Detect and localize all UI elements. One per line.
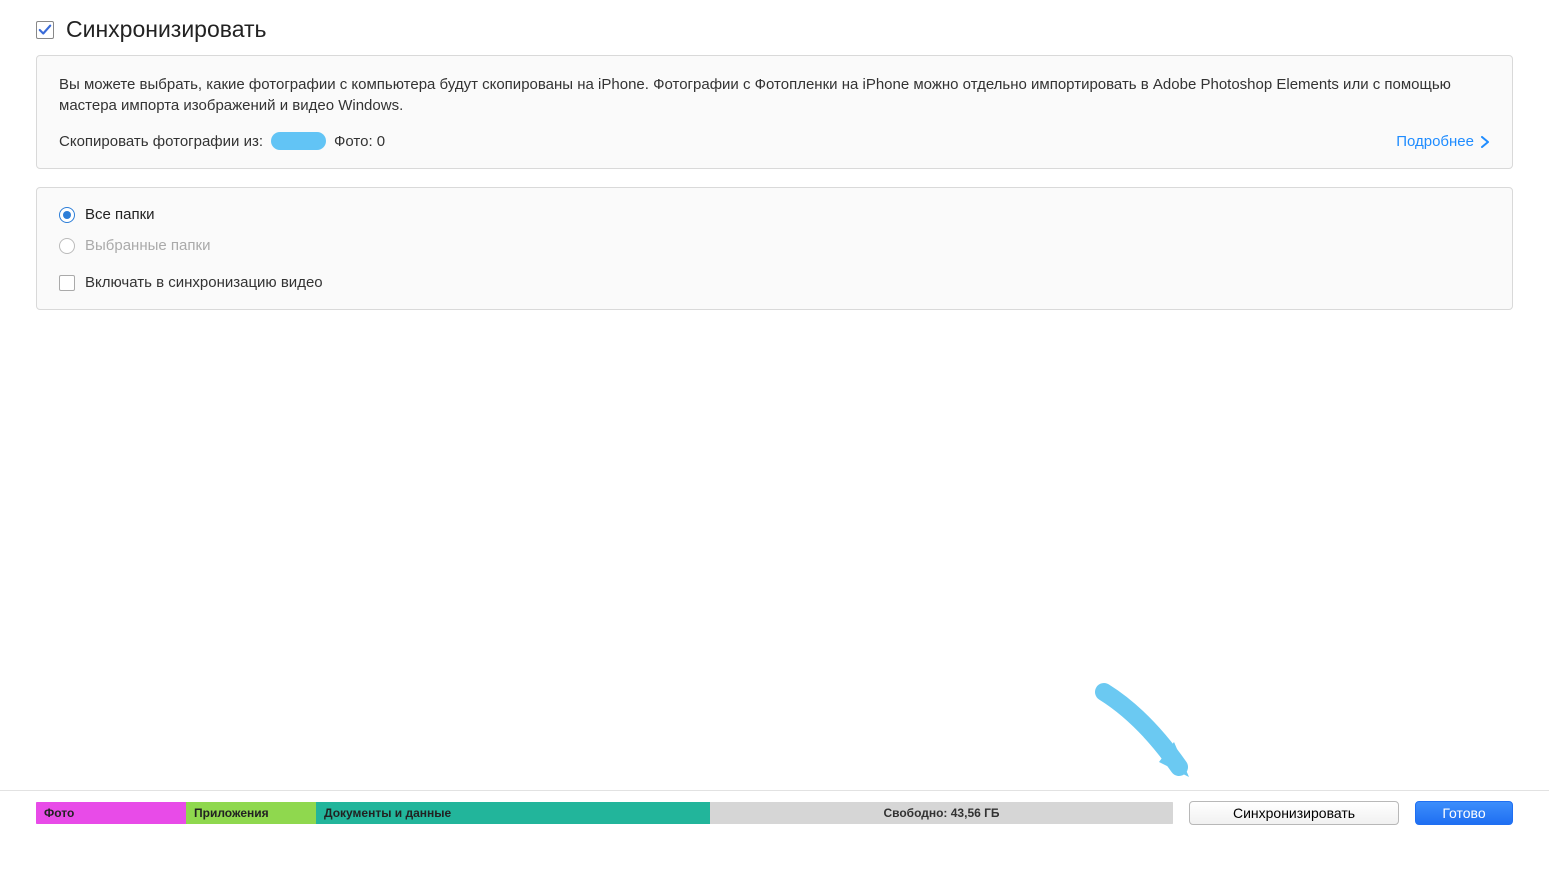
include-video-label: Включать в синхронизацию видео (85, 274, 323, 291)
sync-checkbox[interactable] (36, 21, 54, 39)
capacity-bar: Фото Приложения Документы и данные Свобо… (36, 802, 1173, 824)
source-dropdown[interactable] (271, 132, 326, 150)
capacity-photo[interactable]: Фото (36, 802, 186, 824)
radio-selected-folders: Выбранные папки (59, 237, 1490, 254)
include-video-checkbox[interactable] (59, 275, 75, 291)
info-panel: Вы можете выбрать, какие фотографии с ко… (36, 55, 1513, 169)
sync-header: Синхронизировать (0, 0, 1549, 55)
done-button[interactable]: Готово (1415, 801, 1513, 825)
sync-button[interactable]: Синхронизировать (1189, 801, 1399, 825)
sync-title: Синхронизировать (66, 16, 267, 43)
capacity-free: Свободно: 43,56 ГБ (710, 802, 1173, 824)
source-prefix: Скопировать фотографии из: (59, 133, 263, 150)
chevron-right-icon (1480, 136, 1490, 148)
info-description: Вы можете выбрать, какие фотографии с ко… (59, 74, 1490, 116)
capacity-apps[interactable]: Приложения (186, 802, 316, 824)
radio-selected-folders-label: Выбранные папки (85, 237, 210, 254)
radio-icon (59, 207, 75, 223)
options-panel: Все папки Выбранные папки Включать в син… (36, 187, 1513, 310)
learn-more-label: Подробнее (1396, 133, 1474, 150)
radio-all-folders[interactable]: Все папки (59, 206, 1490, 223)
radio-icon (59, 238, 75, 254)
photo-count: Фото: 0 (334, 133, 385, 150)
footer: Фото Приложения Документы и данные Свобо… (0, 790, 1549, 825)
capacity-docs[interactable]: Документы и данные (316, 802, 710, 824)
check-icon (38, 23, 52, 37)
include-video-row[interactable]: Включать в синхронизацию видео (59, 274, 1490, 291)
annotation-arrow-icon (1089, 677, 1219, 807)
radio-all-folders-label: Все папки (85, 206, 155, 223)
learn-more-link[interactable]: Подробнее (1396, 133, 1490, 150)
source-row: Скопировать фотографии из: Фото: 0 (59, 132, 1490, 150)
